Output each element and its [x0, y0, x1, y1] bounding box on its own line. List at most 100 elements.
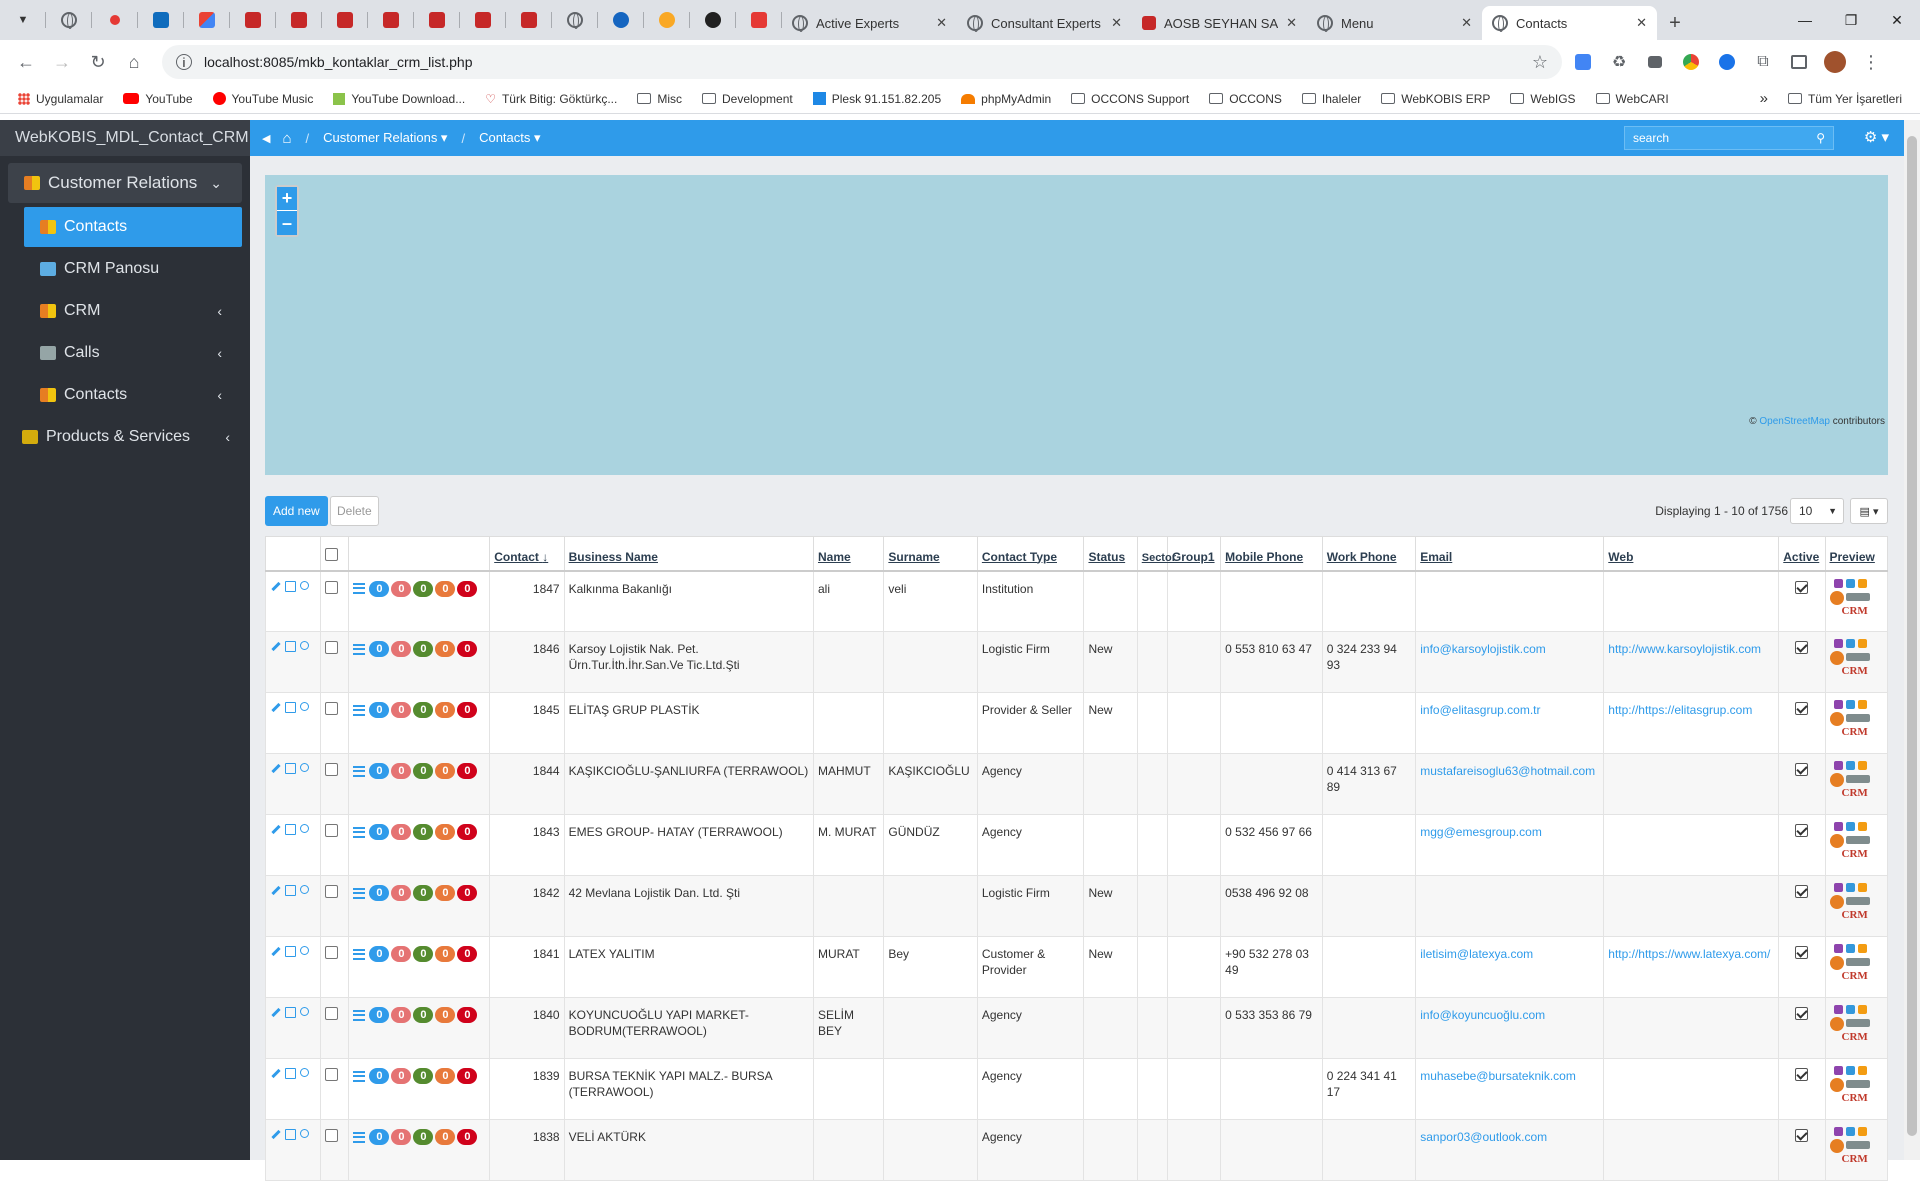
row-checkbox[interactable] — [325, 885, 339, 898]
count-badge[interactable]: 0 — [413, 1007, 434, 1023]
bookmark-phpmyadmin[interactable]: phpMyAdmin — [953, 89, 1059, 109]
page-scrollbar[interactable] — [1904, 120, 1920, 1160]
edit-icon[interactable] — [270, 641, 281, 652]
print-button[interactable]: ▤ ▾ — [1850, 498, 1888, 524]
edit-icon[interactable] — [270, 824, 281, 835]
app-brand[interactable]: WebKOBIS_MDL_Contact_CRM — [0, 120, 250, 156]
bookmarks-overflow[interactable]: » — [1752, 87, 1776, 110]
close-icon[interactable]: ✕ — [1286, 15, 1297, 31]
email-link[interactable]: sanpor03@outlook.com — [1420, 1130, 1547, 1144]
zoom-out-button[interactable]: – — [277, 211, 297, 235]
row-checkbox[interactable] — [325, 824, 339, 837]
count-badge[interactable]: 0 — [369, 641, 390, 657]
pinned-tab[interactable] — [460, 0, 506, 40]
email-link[interactable]: muhasebe@bursateknik.com — [1420, 1069, 1576, 1083]
col-status[interactable]: Status — [1083, 536, 1138, 572]
count-badge[interactable]: 0 — [413, 824, 434, 840]
view-icon[interactable] — [300, 1129, 309, 1138]
tab-aosb-seyhan[interactable]: AOSB SEYHAN SAL ✕ — [1132, 6, 1307, 40]
row-checkbox[interactable] — [325, 763, 339, 776]
tab-menu[interactable]: Menu ✕ — [1307, 6, 1482, 40]
count-badge[interactable]: 0 — [391, 702, 412, 718]
sidebar-item-calls[interactable]: Calls ‹ — [24, 333, 242, 373]
col-work-phone[interactable]: Work Phone — [1321, 536, 1417, 572]
pinned-tab[interactable] — [506, 0, 552, 40]
crm-preview-icon[interactable]: CRM — [1829, 1005, 1874, 1045]
view-icon[interactable] — [300, 702, 309, 711]
translate-icon[interactable] — [1568, 47, 1598, 77]
edit-icon[interactable] — [270, 1129, 281, 1140]
count-badge[interactable]: 0 — [413, 946, 434, 962]
count-badge[interactable]: 0 — [457, 763, 478, 779]
tab-consultant-experts[interactable]: Consultant Experts ✕ — [957, 6, 1132, 40]
crm-preview-icon[interactable]: CRM — [1829, 1127, 1874, 1167]
col-preview[interactable]: Preview — [1824, 536, 1888, 572]
puzzle-icon[interactable]: ⧉ — [1748, 47, 1778, 77]
crm-preview-icon[interactable]: CRM — [1829, 883, 1874, 923]
count-badge[interactable]: 0 — [457, 1007, 478, 1023]
col-business-name[interactable]: Business Name — [563, 536, 814, 572]
web-link[interactable]: http://https://www.latexya.com/ — [1608, 947, 1770, 961]
count-badge[interactable]: 0 — [369, 824, 390, 840]
view-icon[interactable] — [300, 946, 309, 955]
sidebar-item-crm-panosu[interactable]: CRM Panosu — [24, 249, 242, 289]
email-link[interactable]: mgg@emesgroup.com — [1420, 825, 1542, 839]
bookmark-youtube-download[interactable]: YouTube Download... — [325, 89, 473, 109]
count-badge[interactable]: 0 — [391, 1007, 412, 1023]
col-group1[interactable]: Group1 — [1166, 536, 1222, 572]
copy-icon[interactable] — [285, 1068, 296, 1079]
url-bar[interactable]: i localhost:8085/mkb_kontaklar_crm_list.… — [162, 45, 1562, 79]
crm-preview-icon[interactable]: CRM — [1829, 822, 1874, 862]
row-checkbox[interactable] — [325, 1129, 339, 1142]
select-all-checkbox[interactable] — [325, 547, 339, 561]
sidebar-item-contacts[interactable]: Contacts — [24, 207, 242, 247]
copy-icon[interactable] — [285, 885, 296, 896]
count-badge[interactable]: 0 — [413, 580, 434, 597]
sidebar-item-products-services[interactable]: Products & Services ‹ — [0, 417, 250, 457]
copy-icon[interactable] — [285, 824, 296, 835]
count-badge[interactable]: 0 — [391, 824, 412, 840]
search-input[interactable] — [1633, 131, 1817, 145]
count-badge[interactable]: 0 — [413, 1068, 434, 1084]
back-button[interactable]: ← — [8, 44, 44, 80]
count-badge[interactable]: 0 — [369, 580, 390, 597]
edit-icon[interactable] — [270, 885, 281, 896]
count-badge[interactable]: 0 — [435, 702, 456, 718]
count-badge[interactable]: 0 — [435, 763, 456, 779]
count-badge[interactable]: 0 — [413, 1129, 434, 1145]
copy-icon[interactable] — [285, 946, 296, 957]
map-view[interactable]: + – © OpenStreetMap contributors — [265, 175, 1888, 475]
count-badge[interactable]: 0 — [391, 763, 412, 779]
sidebar-item-customer-relations[interactable]: Customer Relations ⌄ — [8, 163, 242, 203]
pinned-tab[interactable] — [322, 0, 368, 40]
bookmark-webcari[interactable]: WebCARI — [1588, 89, 1677, 109]
bookmark-ihaleler[interactable]: Ihaleler — [1294, 89, 1369, 109]
extension-icon[interactable] — [1640, 47, 1670, 77]
pinned-tab[interactable] — [736, 0, 782, 40]
page-size-select[interactable]: 10 ▼ — [1790, 498, 1844, 524]
count-badge[interactable]: 0 — [435, 824, 456, 840]
bookmark-all[interactable]: Tüm Yer İşaretleri — [1780, 89, 1910, 109]
list-icon[interactable] — [353, 765, 366, 777]
row-checkbox[interactable] — [325, 946, 339, 959]
row-checkbox[interactable] — [325, 580, 339, 594]
avatar[interactable] — [1820, 47, 1850, 77]
bookmark-turk-bitig[interactable]: ♡ Türk Bitig: Göktürkç... — [477, 89, 625, 109]
count-badge[interactable]: 0 — [413, 702, 434, 718]
view-icon[interactable] — [300, 763, 309, 772]
count-badge[interactable]: 0 — [369, 763, 390, 779]
count-badge[interactable]: 0 — [369, 1068, 390, 1084]
pinned-tab[interactable] — [46, 0, 92, 40]
count-badge[interactable]: 0 — [369, 702, 390, 718]
bookmark-webigs[interactable]: WebIGS — [1502, 89, 1583, 109]
gear-icon[interactable]: ⚙ ▾ — [1864, 128, 1889, 146]
menu-kebab-icon[interactable]: ⋮ — [1856, 47, 1886, 77]
count-badge[interactable]: 0 — [457, 824, 478, 840]
email-link[interactable]: info@karsoylojistik.com — [1420, 642, 1546, 656]
add-new-button[interactable]: Add new — [265, 496, 328, 526]
row-checkbox[interactable] — [325, 641, 339, 654]
view-icon[interactable] — [300, 1007, 309, 1016]
pinned-tab[interactable] — [138, 0, 184, 40]
count-badge[interactable]: 0 — [369, 1007, 390, 1023]
crm-preview-icon[interactable]: CRM — [1829, 578, 1874, 619]
